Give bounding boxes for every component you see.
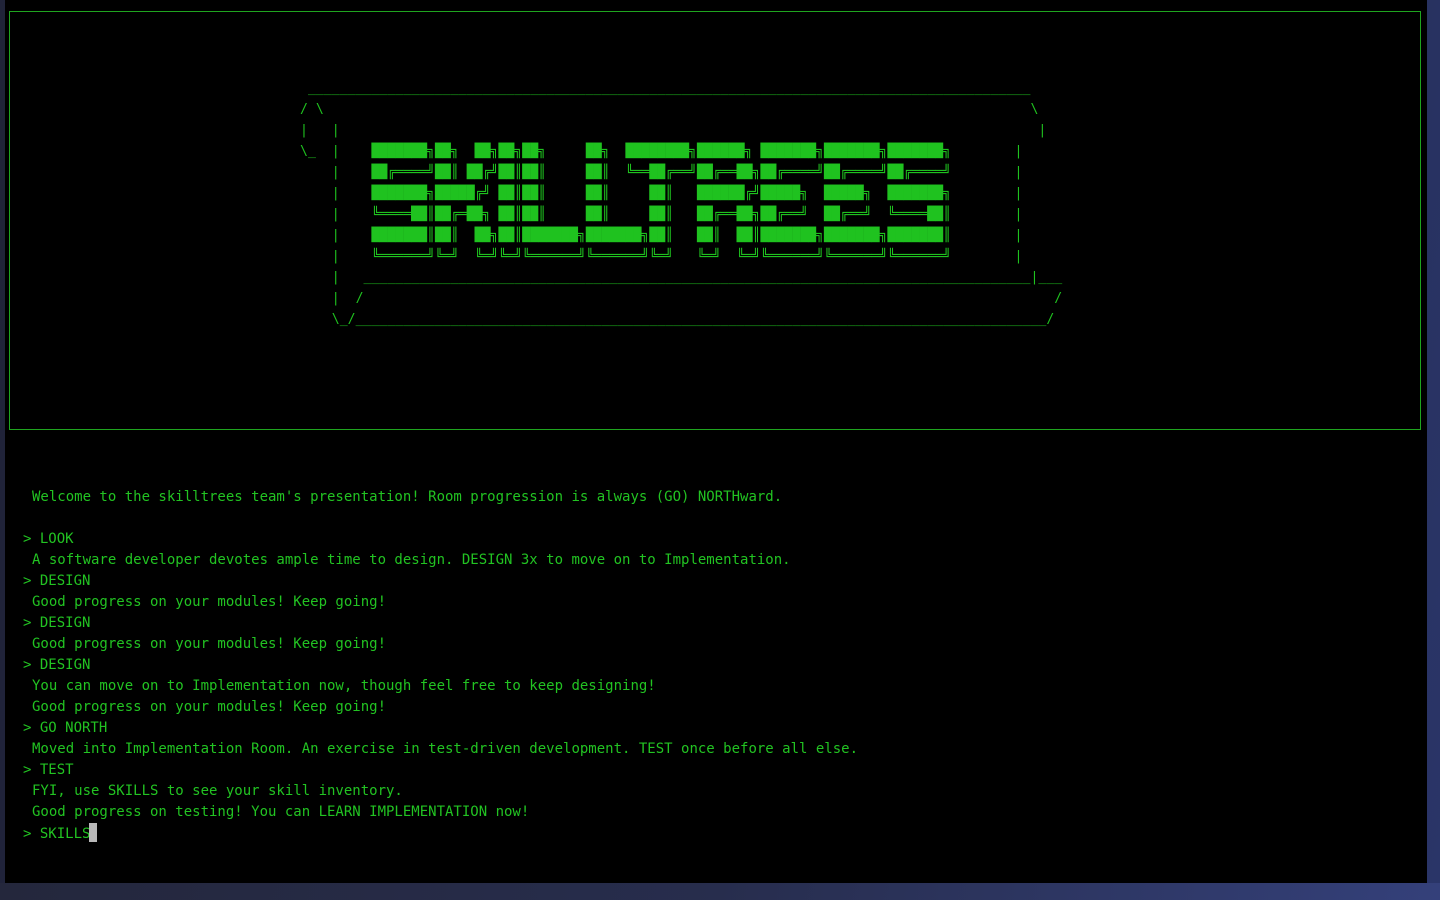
prompt-prefix: >: [23, 826, 40, 842]
command-input[interactable]: SKILLS: [40, 826, 91, 842]
log-lines: Welcome to the skilltrees team's present…: [23, 466, 1413, 823]
output-log: Welcome to the skilltrees team's present…: [23, 466, 1413, 844]
command-echo-line: > LOOK: [23, 531, 74, 547]
response-line: Good progress on testing! You can LEARN …: [32, 804, 530, 820]
text-cursor: [89, 823, 98, 842]
command-echo-line: > DESIGN: [23, 573, 91, 589]
response-line: Welcome to the skilltrees team's present…: [32, 489, 783, 505]
response-line: Good progress on your modules! Keep goin…: [32, 636, 387, 652]
command-echo-line: > DESIGN: [23, 657, 91, 673]
response-line: You can move on to Implementation now, t…: [32, 678, 656, 694]
skilltrees-ascii-banner: ________________________________________…: [300, 81, 1063, 327]
response-line: Good progress on your modules! Keep goin…: [32, 594, 387, 610]
response-line: FYI, use SKILLS to see your skill invent…: [32, 783, 403, 799]
command-echo-line: > GO NORTH: [23, 720, 108, 736]
command-prompt-line[interactable]: > SKILLS: [23, 823, 1413, 844]
command-echo-line: > DESIGN: [23, 615, 91, 631]
banner-panel: ________________________________________…: [9, 11, 1421, 430]
desktop-bottom-edge: [0, 883, 1440, 900]
terminal-window[interactable]: ________________________________________…: [5, 0, 1427, 883]
command-echo-line: > TEST: [23, 762, 74, 778]
response-line: Good progress on your modules! Keep goin…: [32, 699, 387, 715]
response-line: A software developer devotes ample time …: [32, 552, 791, 568]
response-line: Moved into Implementation Room. An exerc…: [32, 741, 859, 757]
